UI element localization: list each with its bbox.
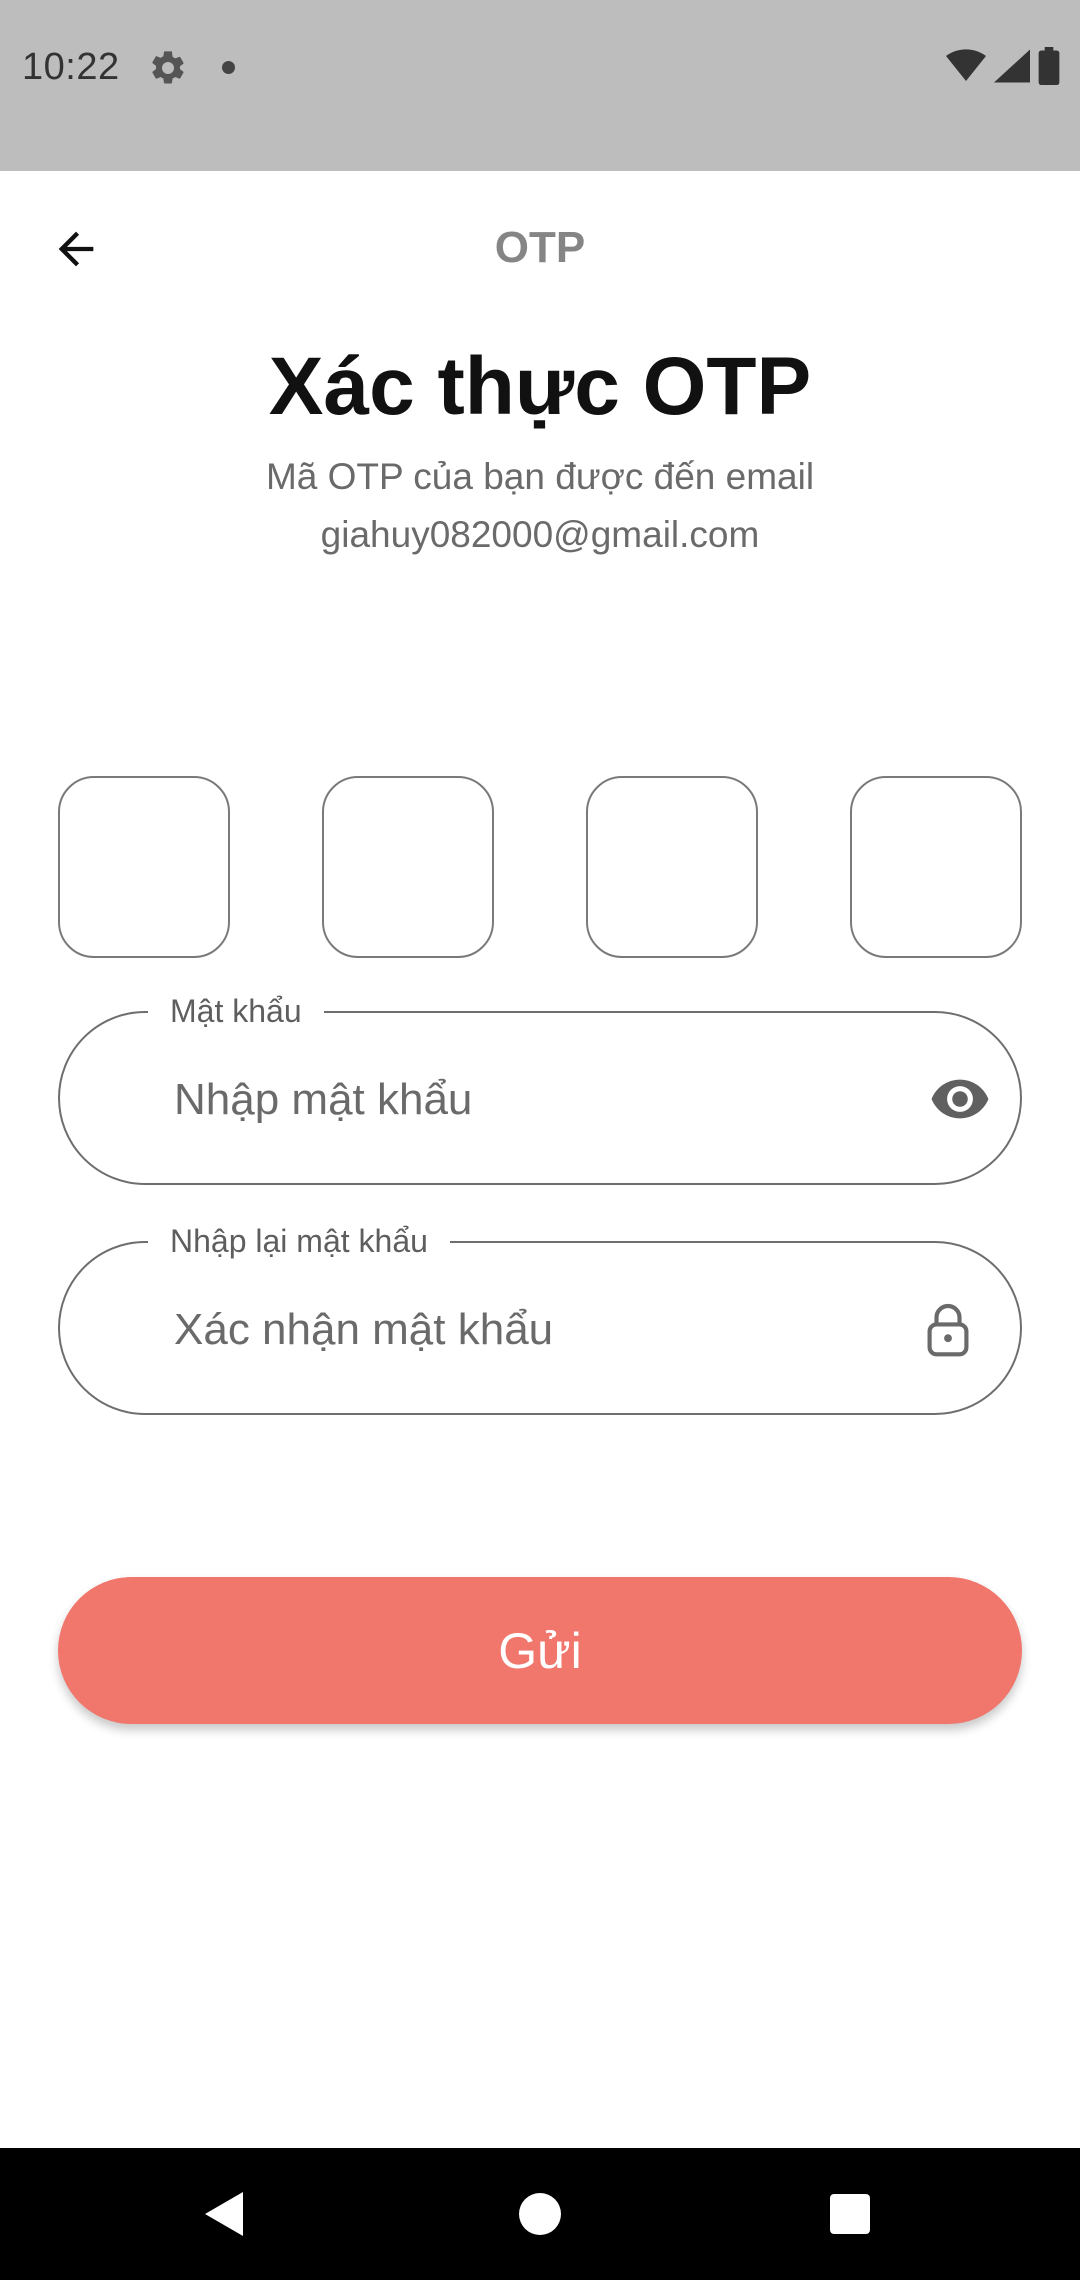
app-bar-title: OTP <box>494 223 586 272</box>
page-subtitle: Mã OTP của bạn được đến email giahuy0820… <box>0 448 1080 564</box>
app-bar: OTP <box>0 171 1080 326</box>
email-text: giahuy082000@gmail.com <box>320 514 760 555</box>
subtitle-line: Mã OTP của bạn được đến email <box>265 456 815 497</box>
page-heading: Xác thực OTP <box>268 341 812 432</box>
confirm-password-field[interactable]: Nhập lại mật khẩu <box>58 1221 1022 1415</box>
password-input[interactable] <box>174 1069 854 1131</box>
submit-button[interactable]: Gửi <box>58 1577 1022 1724</box>
nav-recents-button[interactable] <box>810 2174 890 2254</box>
status-bar: 10:22 <box>0 0 1080 171</box>
otp-input-row <box>58 776 1022 958</box>
otp-digit-2[interactable] <box>322 776 494 958</box>
system-nav-bar <box>0 2148 1080 2280</box>
notification-dot-icon <box>222 61 235 74</box>
cellular-signal-icon <box>994 49 1030 88</box>
status-time: 10:22 <box>22 46 120 88</box>
otp-digit-3[interactable] <box>586 776 758 958</box>
password-field[interactable]: Mật khẩu <box>58 991 1022 1185</box>
password-field-label: Mật khẩu <box>148 991 324 1031</box>
confirm-password-input[interactable] <box>174 1299 854 1361</box>
settings-gear-icon <box>148 48 188 88</box>
home-circle-icon <box>519 2193 561 2235</box>
eye-icon[interactable] <box>924 1063 996 1135</box>
recents-square-icon <box>830 2194 870 2234</box>
otp-digit-4[interactable] <box>850 776 1022 958</box>
nav-home-button[interactable] <box>500 2174 580 2254</box>
lock-icon <box>912 1293 984 1365</box>
nav-back-button[interactable] <box>185 2174 265 2254</box>
wifi-icon <box>946 48 986 88</box>
battery-icon <box>1038 46 1060 90</box>
confirm-password-field-label: Nhập lại mật khẩu <box>148 1221 450 1261</box>
otp-digit-1[interactable] <box>58 776 230 958</box>
status-icons <box>946 46 1060 90</box>
back-triangle-icon <box>205 2192 243 2236</box>
